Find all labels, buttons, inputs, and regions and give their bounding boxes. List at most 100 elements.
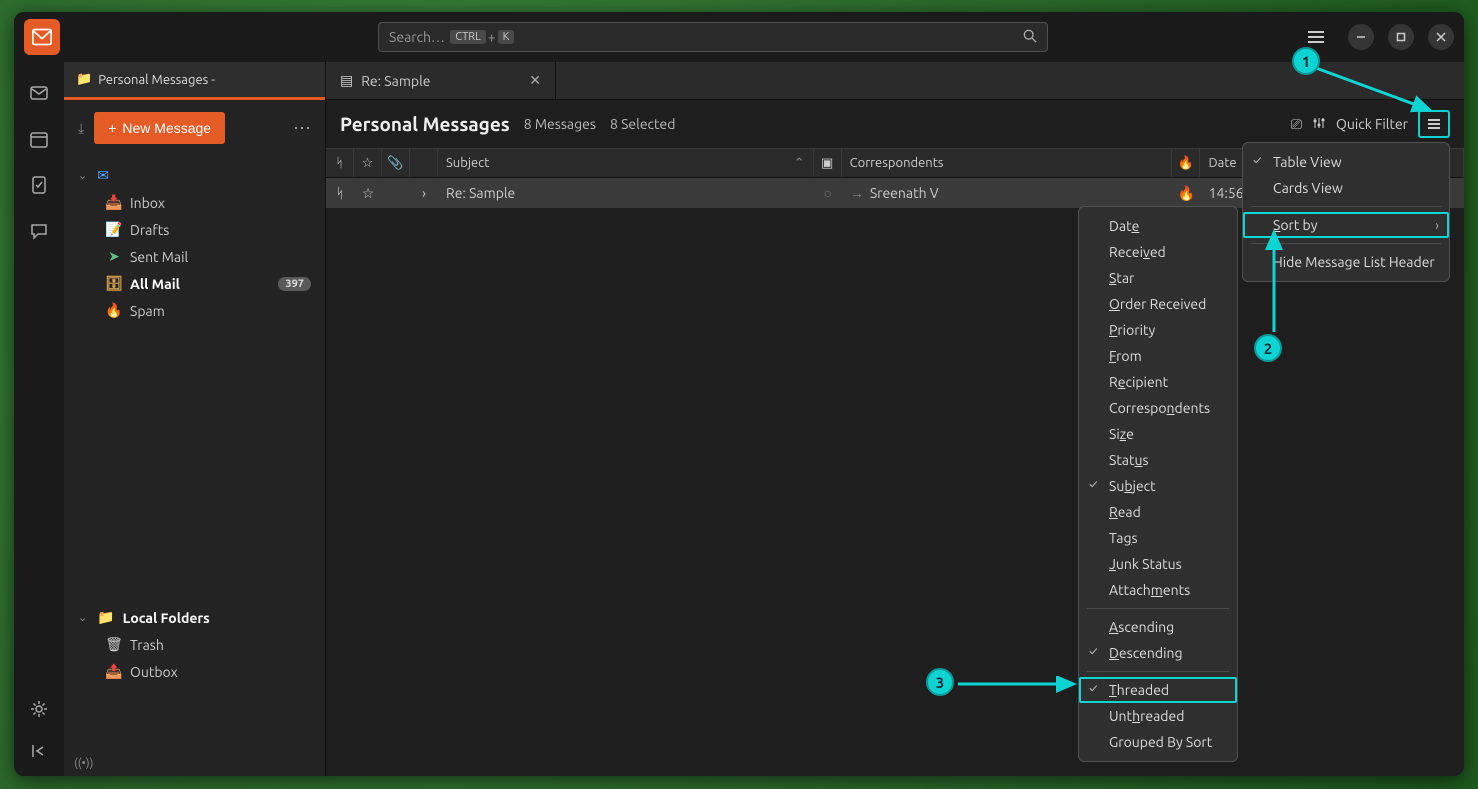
sidebar-tab-label: Personal Messages -	[98, 73, 215, 87]
folder-label: Drafts	[130, 222, 169, 238]
trash-icon: 🗑	[106, 636, 122, 653]
message-count: 8 Messages	[524, 116, 596, 132]
activity-bar	[14, 62, 64, 776]
display-options-button[interactable]	[1418, 110, 1450, 138]
plus-icon: +	[108, 120, 116, 136]
sort-junk[interactable]: Junk Status	[1079, 551, 1237, 577]
folder-label: Sent Mail	[130, 249, 188, 265]
local-folders-row[interactable]: ⌄ 📁 Local Folders	[72, 604, 317, 631]
folder-label: Outbox	[130, 664, 178, 680]
sort-by-submenu: Date Received Star Order Received Priori…	[1078, 206, 1238, 762]
sort-correspondents[interactable]: Correspondents	[1079, 395, 1237, 421]
folder-title: Personal Messages	[340, 113, 510, 135]
sort-attachments[interactable]: Attachments	[1079, 577, 1237, 603]
kbd-ctrl: CTRL	[450, 30, 486, 44]
message-tab[interactable]: ▤ Re: Sample ✕	[326, 62, 556, 99]
folder-all-mail[interactable]: 🗄 All Mail 397	[72, 270, 317, 297]
folder-drafts[interactable]: 📝Drafts	[72, 216, 317, 243]
sort-threaded[interactable]: Threaded	[1079, 677, 1237, 703]
sidebar-tab-personal[interactable]: 📁 Personal Messages -	[64, 62, 227, 97]
outbox-icon: 📤	[106, 663, 122, 680]
maximize-button[interactable]	[1388, 24, 1414, 50]
kbd-k: K	[498, 30, 515, 44]
sort-grouped[interactable]: Grouped By Sort	[1079, 729, 1237, 755]
folder-badge: 397	[278, 277, 311, 291]
column-star[interactable]: ☆	[354, 149, 382, 177]
minimize-button[interactable]	[1348, 24, 1374, 50]
expand-thread-icon[interactable]: ›	[410, 178, 438, 208]
mail-space-icon[interactable]	[28, 82, 50, 104]
folder-icon: 📁	[76, 72, 92, 87]
selected-count: 8 Selected	[610, 116, 675, 132]
sliders-icon[interactable]	[1312, 116, 1326, 133]
calendar-space-icon[interactable]	[28, 128, 50, 150]
sort-status[interactable]: Status	[1079, 447, 1237, 473]
display-options-menu: Table View Cards View Sort by Hide Messa…	[1242, 142, 1450, 282]
close-button[interactable]	[1428, 24, 1454, 50]
app-menu-button[interactable]	[1308, 31, 1324, 43]
annotation-badge-1: 1	[1292, 47, 1320, 75]
filter-toggle-icon[interactable]: ⎚	[1291, 116, 1302, 133]
mail-icon	[32, 28, 52, 46]
chat-space-icon[interactable]	[28, 220, 50, 242]
sort-unthreaded[interactable]: Unthreaded	[1079, 703, 1237, 729]
column-blank[interactable]	[410, 149, 438, 177]
folder-label: Spam	[130, 303, 165, 319]
folder-sent[interactable]: ➤ Sent Mail	[72, 243, 317, 270]
tasks-space-icon[interactable]	[28, 174, 50, 196]
sort-tags[interactable]: Tags	[1079, 525, 1237, 551]
menu-table-view[interactable]: Table View	[1243, 149, 1449, 175]
sort-descending[interactable]: Descending	[1079, 640, 1237, 666]
sort-read[interactable]: Read	[1079, 499, 1237, 525]
sort-date[interactable]: Date	[1079, 213, 1237, 239]
app-window: Search… CTRL + K	[14, 12, 1464, 776]
folder-label: All Mail	[130, 276, 180, 292]
column-junk-icon[interactable]: 🔥	[1172, 149, 1200, 177]
row-subject: Re: Sample	[446, 185, 515, 201]
column-thread[interactable]: ᛋ	[326, 149, 354, 177]
collapse-sidebar-icon[interactable]	[28, 740, 50, 762]
settings-icon[interactable]	[28, 698, 50, 720]
reply-arrow-icon: →	[850, 185, 864, 201]
more-options-icon[interactable]: ⋯	[293, 118, 311, 139]
sent-icon: ➤	[106, 248, 122, 265]
sort-recipient[interactable]: Recipient	[1079, 369, 1237, 395]
allmail-icon: 🗄	[106, 275, 122, 292]
sort-from[interactable]: From	[1079, 343, 1237, 369]
new-message-button[interactable]: + New Message	[94, 112, 225, 144]
account-row[interactable]: ⌄ ✉	[72, 162, 317, 189]
app-logo	[24, 19, 60, 55]
sort-star[interactable]: Star	[1079, 265, 1237, 291]
quick-filter-label[interactable]: Quick Filter	[1336, 116, 1408, 132]
menu-hide-header[interactable]: Hide Message List Header	[1243, 249, 1449, 275]
annotation-badge-2: 2	[1254, 334, 1282, 362]
column-subject[interactable]: Subject⌃	[438, 149, 814, 177]
close-tab-icon[interactable]: ✕	[529, 72, 541, 89]
search-placeholder: Search…	[389, 29, 445, 45]
sort-subject[interactable]: Subject	[1079, 473, 1237, 499]
sort-priority[interactable]: Priority	[1079, 317, 1237, 343]
sort-ascending[interactable]: Ascending	[1079, 614, 1237, 640]
search-input[interactable]: Search… CTRL + K	[378, 22, 1048, 52]
titlebar: Search… CTRL + K	[14, 12, 1464, 62]
sidebar: 📁 Personal Messages - ⤓ + New Message ⋯ …	[64, 62, 326, 776]
star-toggle[interactable]: ☆	[354, 178, 382, 208]
sort-order-received[interactable]: Order Received	[1079, 291, 1237, 317]
account-mail-icon: ✉	[97, 167, 109, 184]
column-contact-icon[interactable]: ▣	[814, 149, 842, 177]
folder-inbox[interactable]: 📥Inbox	[72, 189, 317, 216]
column-correspondents[interactable]: Correspondents	[842, 149, 1173, 177]
folder-outbox[interactable]: 📤 Outbox	[72, 658, 317, 685]
new-message-label: New Message	[122, 120, 211, 136]
column-attachment[interactable]: 📎	[382, 149, 410, 177]
sort-received[interactable]: Received	[1079, 239, 1237, 265]
folder-spam[interactable]: 🔥Spam	[72, 297, 317, 324]
sync-icon[interactable]: ⤓	[78, 120, 84, 137]
menu-cards-view[interactable]: Cards View	[1243, 175, 1449, 201]
sort-size[interactable]: Size	[1079, 421, 1237, 447]
menu-sort-by[interactable]: Sort by	[1243, 212, 1449, 238]
folder-icon: 📁	[97, 609, 114, 626]
row-date: 14:56	[1209, 185, 1244, 201]
inbox-icon: 📥	[106, 194, 122, 211]
folder-trash[interactable]: 🗑Trash	[72, 631, 317, 658]
